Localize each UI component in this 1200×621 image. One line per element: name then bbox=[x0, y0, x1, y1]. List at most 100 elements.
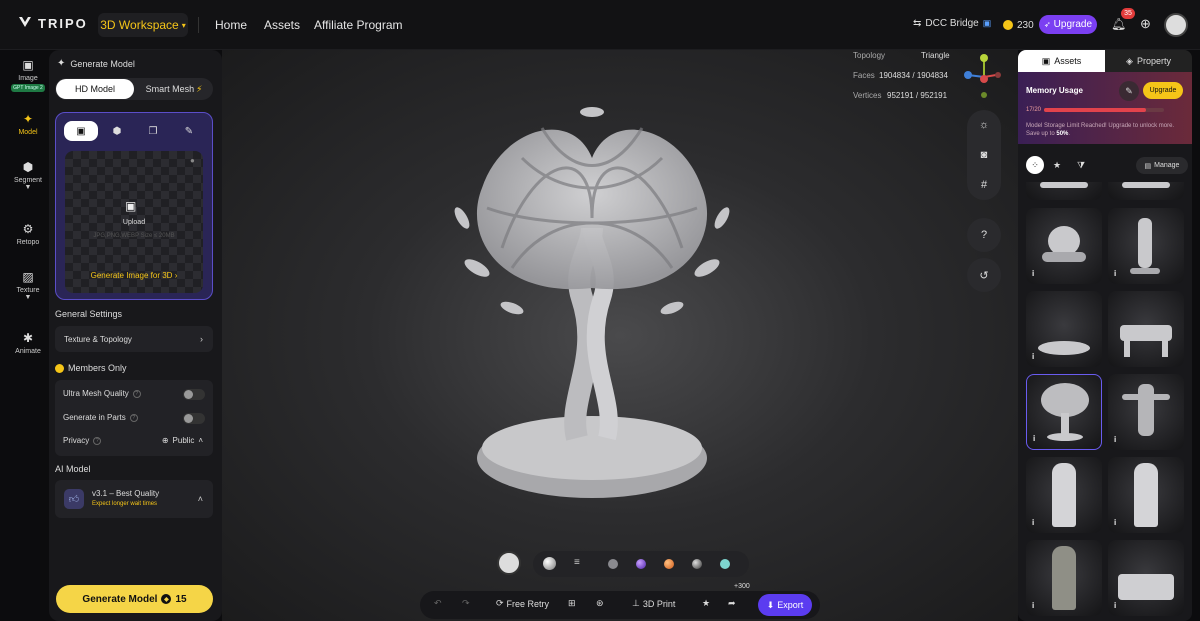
lightbulb-icon[interactable]: ● bbox=[190, 156, 195, 165]
topology-value: Triangle bbox=[921, 51, 950, 60]
rail-item-animate[interactable]: ✱ Animate bbox=[8, 331, 48, 355]
help-icon[interactable]: ? bbox=[967, 218, 1001, 252]
gift-icon[interactable]: ⊞ bbox=[568, 598, 576, 609]
asset-thumbnail[interactable]: i bbox=[1026, 208, 1102, 284]
nav-link-affiliate[interactable]: Affiliate Program bbox=[314, 18, 402, 32]
clay-material-swatch[interactable] bbox=[543, 557, 556, 570]
share-icon[interactable]: ➦ bbox=[728, 598, 736, 609]
dcc-bridge-button[interactable]: ⇆ DCC Bridge ▣ bbox=[913, 18, 991, 29]
free-retry-button[interactable]: ⟳ Free Retry bbox=[496, 598, 549, 609]
info-icon[interactable]: i bbox=[1114, 601, 1116, 610]
brand-logo[interactable]: TRIPO bbox=[18, 16, 88, 31]
undo-icon[interactable]: ↶ bbox=[434, 598, 442, 609]
rail-label-texture: Texture bbox=[16, 287, 40, 294]
smart-mesh-button[interactable]: Smart Mesh ⚡︎ bbox=[135, 79, 213, 99]
hd-model-button[interactable]: HD Model bbox=[56, 79, 134, 99]
manage-button[interactable]: ▤ Manage bbox=[1136, 157, 1188, 174]
3d-print-button[interactable]: ⊥ 3D Print bbox=[632, 598, 675, 609]
faces-label: Faces bbox=[853, 71, 875, 80]
wrench-icon[interactable]: ✎ bbox=[1119, 81, 1139, 101]
caret-down-icon: ▾ bbox=[181, 20, 186, 30]
generate-parts-toggle[interactable] bbox=[183, 413, 205, 424]
asset-thumbnail[interactable] bbox=[1108, 182, 1184, 200]
generate-image-label: Generate Image for 3D bbox=[90, 271, 173, 280]
info-icon[interactable]: i bbox=[1114, 435, 1116, 444]
asset-thumbnail[interactable]: i bbox=[1026, 540, 1102, 616]
asset-thumbnail[interactable]: i bbox=[1108, 374, 1184, 450]
tab-multi-image[interactable]: ❐ bbox=[136, 121, 170, 141]
tab-single-image[interactable]: ▣ bbox=[64, 121, 98, 141]
grid-icon[interactable]: # bbox=[967, 170, 1001, 200]
redo-icon[interactable]: ↷ bbox=[462, 598, 470, 609]
history-icon[interactable]: ↺ bbox=[967, 258, 1001, 292]
upgrade-button[interactable]: ➶ Upgrade bbox=[1039, 15, 1097, 34]
share-model-icon[interactable]: ⊛ bbox=[596, 598, 604, 609]
printer-icon: ⊥ bbox=[632, 598, 640, 608]
info-icon[interactable]: ? bbox=[132, 389, 141, 398]
memory-upgrade-button[interactable]: Upgrade bbox=[1143, 82, 1183, 99]
gray-material-swatch[interactable] bbox=[608, 559, 618, 569]
model-thumbnail[interactable] bbox=[497, 551, 521, 575]
info-icon[interactable]: ? bbox=[93, 436, 102, 445]
privacy-select[interactable]: ⊕ Public ˄ bbox=[162, 436, 203, 445]
favorites-star-icon[interactable]: ★ bbox=[1048, 156, 1066, 174]
asset-thumbnail[interactable]: i bbox=[1108, 457, 1184, 533]
generate-image-link[interactable]: Generate Image for 3D › bbox=[65, 271, 203, 280]
globe-icon[interactable]: ⊕ bbox=[1140, 16, 1151, 32]
tab-assets[interactable]: ▣ Assets bbox=[1018, 50, 1105, 72]
material-options: ≡ bbox=[533, 551, 749, 577]
info-icon[interactable]: i bbox=[1032, 352, 1034, 361]
workspace-dropdown[interactable]: 3D Workspace ▾ bbox=[98, 13, 188, 37]
credits-display[interactable]: 230 bbox=[1003, 15, 1034, 35]
filter-icon[interactable]: ⧩ bbox=[1072, 156, 1090, 174]
ultra-mesh-toggle[interactable] bbox=[183, 389, 205, 400]
generate-model-button[interactable]: Generate Model ◆ 15 bbox=[56, 585, 213, 613]
info-icon[interactable]: i bbox=[1032, 518, 1034, 527]
info-icon[interactable]: i bbox=[1114, 269, 1116, 278]
info-icon[interactable]: i bbox=[1032, 269, 1034, 278]
info-icon[interactable]: ? bbox=[129, 413, 138, 422]
asset-model-shape bbox=[1162, 339, 1168, 357]
asset-thumbnail-selected[interactable]: i bbox=[1026, 374, 1102, 450]
asset-thumbnail[interactable]: i bbox=[1108, 540, 1184, 616]
orange-material-swatch[interactable] bbox=[664, 559, 674, 569]
images-icon: ❐ bbox=[148, 125, 158, 137]
dark-material-swatch[interactable] bbox=[692, 559, 702, 569]
tab-text-prompt[interactable]: ✎ bbox=[172, 121, 206, 141]
upload-dropzone[interactable]: ● ▣ Upload JPG,PNG,WEBP Size ≤ 20MB Gene… bbox=[65, 151, 203, 293]
star-icon[interactable]: ★ bbox=[702, 598, 710, 609]
camera-icon[interactable]: ◙ bbox=[967, 140, 1001, 170]
info-icon[interactable]: i bbox=[1114, 518, 1116, 527]
ai-model-select[interactable]: 👍︎ v3.1 – Best Quality Expect longer wai… bbox=[55, 480, 213, 518]
assets-panel: ▣ Assets ◈ Property Memory Usage ✎ Upgra… bbox=[1018, 50, 1192, 621]
all-assets-icon[interactable]: ⁘ bbox=[1026, 156, 1044, 174]
asset-thumbnail[interactable]: i bbox=[1026, 457, 1102, 533]
rail-item-model[interactable]: ✦ Model bbox=[8, 112, 48, 136]
texture-topology-row[interactable]: Texture & Topology › bbox=[55, 326, 213, 352]
nav-link-assets[interactable]: Assets bbox=[264, 18, 300, 32]
tab-property[interactable]: ◈ Property bbox=[1105, 50, 1192, 72]
asset-thumbnail[interactable]: i bbox=[1108, 208, 1184, 284]
rail-item-segment[interactable]: ⬢ Segment ▼ bbox=[8, 160, 48, 191]
avatar[interactable] bbox=[1164, 13, 1188, 37]
lighting-icon[interactable]: ☼ bbox=[967, 110, 1001, 140]
rail-item-image[interactable]: ▣ Image GPT Image 2 bbox=[8, 58, 48, 92]
purple-material-swatch[interactable] bbox=[636, 559, 646, 569]
rail-item-retopo[interactable]: ⚙ Retopo bbox=[8, 222, 48, 246]
rail-item-texture[interactable]: ▨ Texture ▼ bbox=[8, 270, 48, 301]
texture-icon: ▨ bbox=[22, 270, 34, 284]
sliders-icon[interactable]: ≡ bbox=[574, 557, 580, 568]
info-icon[interactable]: i bbox=[1033, 434, 1035, 443]
asset-thumbnail[interactable] bbox=[1026, 182, 1102, 200]
axis-gizmo[interactable] bbox=[960, 52, 1010, 102]
info-icon[interactable]: i bbox=[1032, 601, 1034, 610]
teal-material-swatch[interactable] bbox=[720, 559, 730, 569]
tab-multi-view[interactable]: ⬢ bbox=[100, 121, 134, 141]
3d-viewport[interactable]: Topology Triangle Faces 1904834 / 190483… bbox=[222, 50, 1018, 621]
model-mode-toggle: HD Model Smart Mesh ⚡︎ bbox=[55, 78, 213, 100]
asset-thumbnail[interactable] bbox=[1108, 291, 1184, 367]
nav-link-home[interactable]: Home bbox=[215, 18, 247, 32]
export-button[interactable]: ⬇ Export bbox=[758, 594, 812, 616]
asset-thumbnail[interactable]: i bbox=[1026, 291, 1102, 367]
bell-icon[interactable]: 🔔︎ bbox=[1111, 17, 1126, 31]
